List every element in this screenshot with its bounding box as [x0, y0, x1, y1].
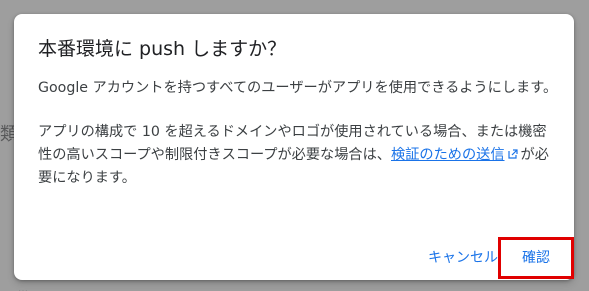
confirm-button[interactable]: 確認 [498, 237, 574, 279]
dialog-verification-note: アプリの構成で 10 を超えるドメインやロゴが使用されている場合、または機密性の… [38, 121, 558, 190]
background-text-bottom: … [18, 284, 28, 291]
verification-link[interactable]: 検証のための送信 [391, 147, 505, 163]
dialog-title: 本番環境に push しますか？ [38, 38, 287, 60]
dialog-description: Google アカウントを持つすべてのユーザーがアプリを使用できるようにします。 [38, 80, 558, 96]
external-link-icon[interactable] [507, 148, 519, 160]
push-to-production-dialog: 本番環境に push しますか？ Google アカウントを持つすべてのユーザー… [14, 14, 574, 280]
cancel-button[interactable]: キャンセル [426, 240, 500, 276]
